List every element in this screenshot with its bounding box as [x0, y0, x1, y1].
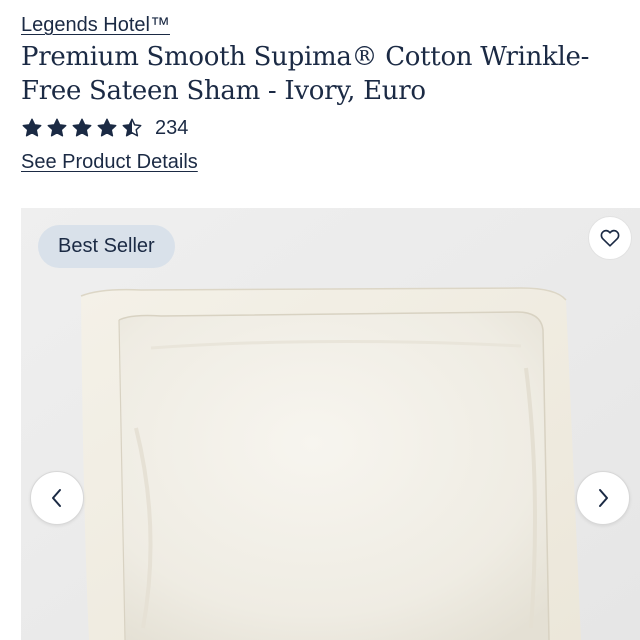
- see-product-details-link[interactable]: See Product Details: [21, 151, 198, 174]
- star-half-icon: [122, 118, 142, 137]
- product-image: [21, 208, 640, 640]
- chevron-left-icon: [52, 489, 61, 507]
- star-full-icon: [72, 118, 92, 137]
- rating-summary[interactable]: 234: [21, 114, 188, 142]
- star-full-icon: [97, 118, 117, 137]
- star-full-icon: [22, 118, 42, 137]
- wishlist-button[interactable]: [588, 216, 632, 260]
- star-rating: [21, 117, 143, 139]
- next-image-button[interactable]: [576, 471, 630, 525]
- product-title: Premium Smooth Supima® Cotton Wrinkle-Fr…: [21, 42, 590, 106]
- best-seller-badge: Best Seller: [38, 225, 175, 268]
- product-image-gallery[interactable]: Best Seller: [21, 208, 640, 640]
- brand-link[interactable]: Legends Hotel™: [21, 14, 170, 37]
- star-full-icon: [47, 118, 67, 137]
- review-count[interactable]: 234: [155, 117, 188, 140]
- chevron-right-icon: [599, 489, 608, 507]
- previous-image-button[interactable]: [30, 471, 84, 525]
- heart-icon: [600, 229, 620, 247]
